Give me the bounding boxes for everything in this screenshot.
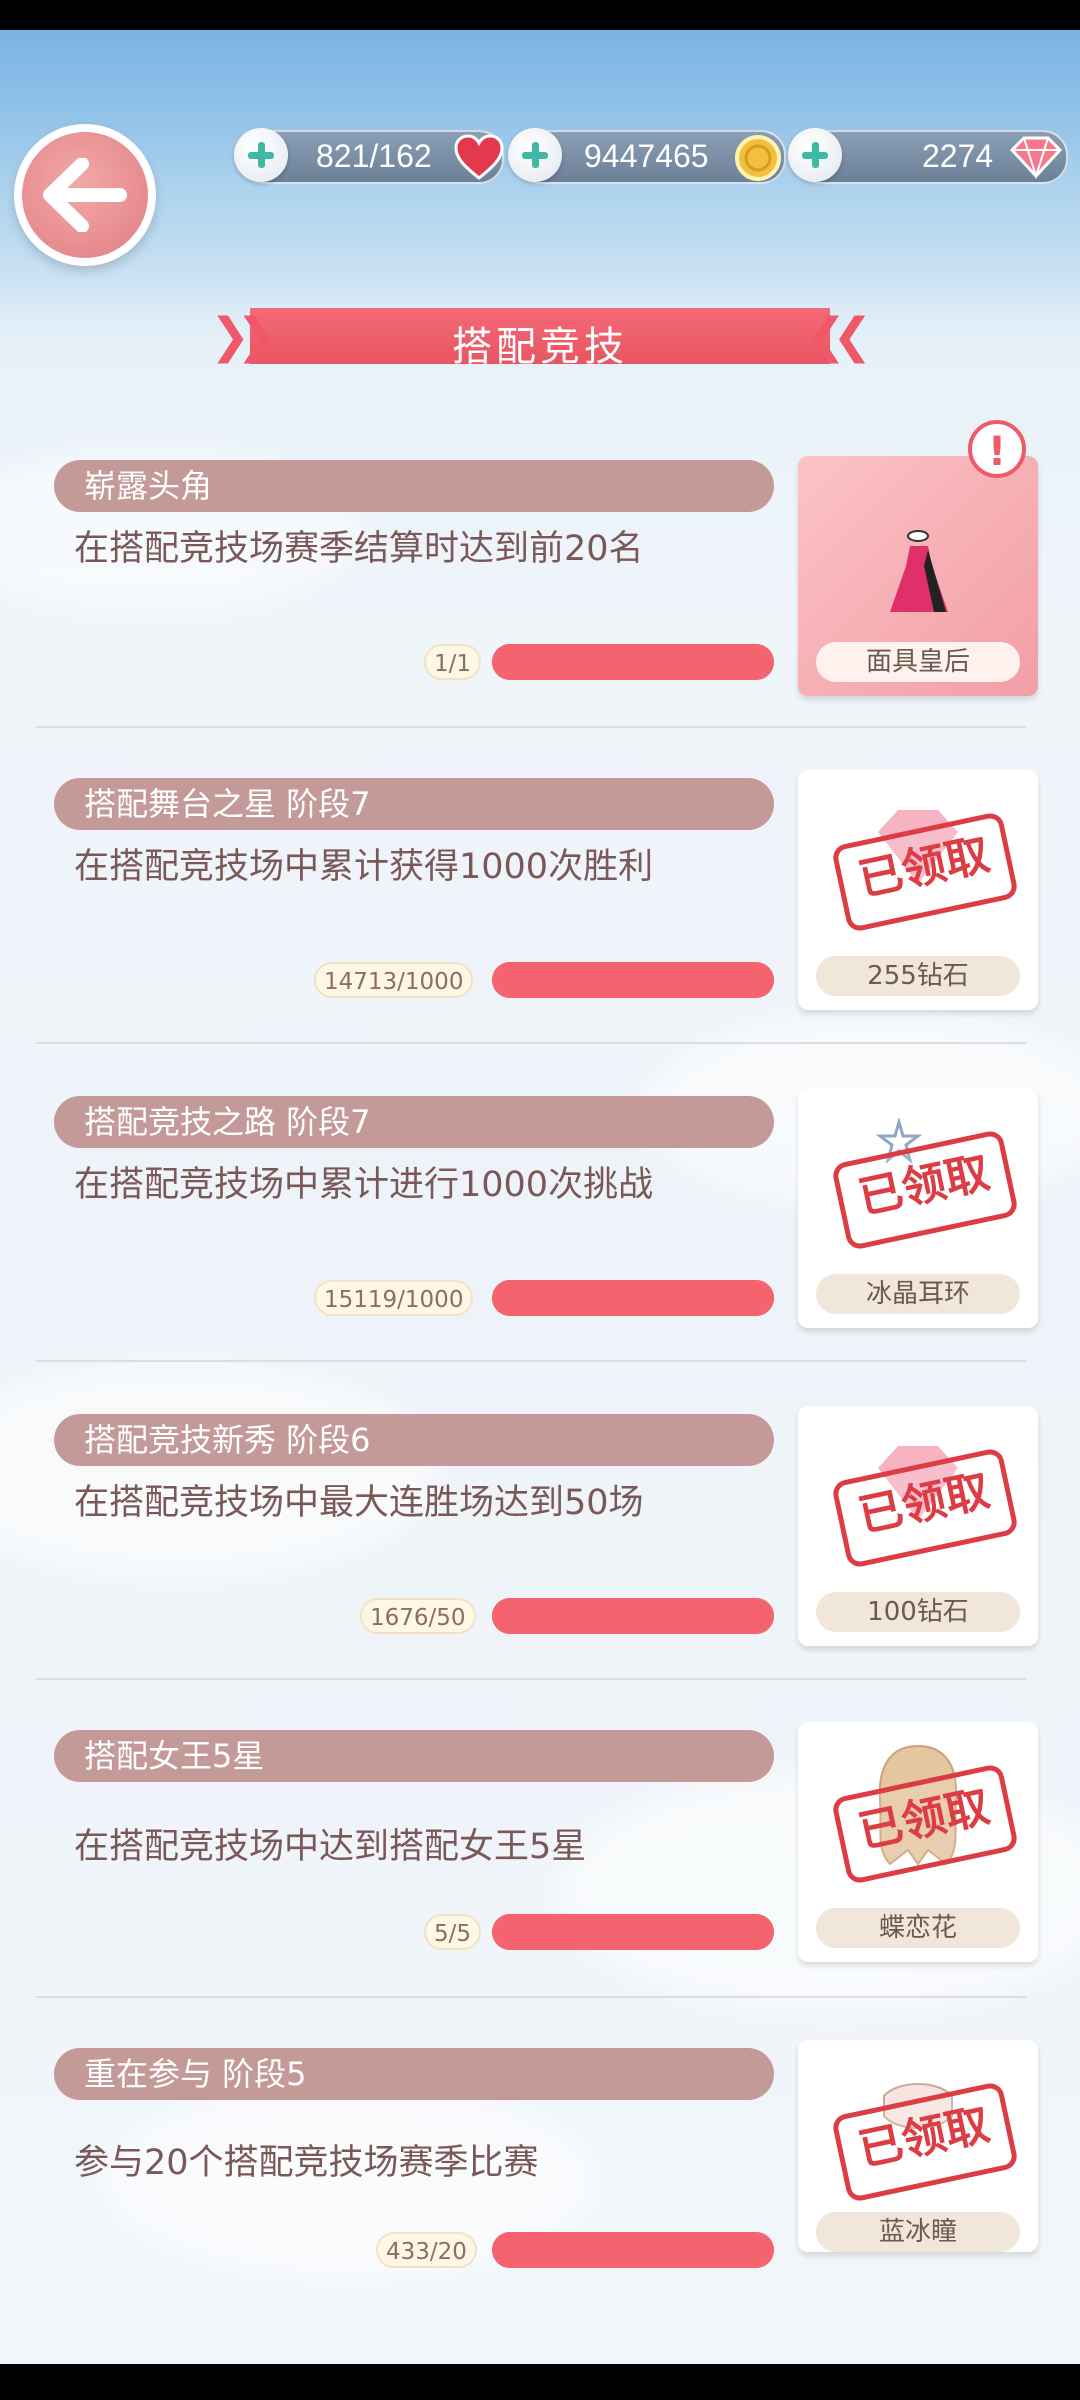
reward-card[interactable]: 已领取 蝶恋花 (798, 1722, 1038, 1962)
achievement-description: 在搭配竞技场中累计获得1000次胜利 (74, 847, 654, 887)
gold-coin-icon (735, 135, 781, 181)
reward-name: 255钻石 (816, 956, 1020, 996)
heart-icon (454, 134, 504, 180)
add-gold-button[interactable] (508, 128, 562, 182)
achievement-title: 崭露头角 (54, 460, 774, 512)
progress-count: 14713/1000 (314, 962, 474, 998)
stamina-resource: 821/162 (234, 128, 504, 184)
reward-name: 100钻石 (816, 1592, 1020, 1632)
add-diamond-button[interactable] (788, 128, 842, 182)
progress-count: 433/20 (376, 2232, 477, 2268)
achievement-row: 崭露头角 在搭配竞技场赛季结算时达到前20名 1/1 面具皇后 ! (0, 420, 1080, 720)
gold-resource: 9447465 (508, 128, 786, 184)
claimed-stamp: 已领取 (830, 810, 1020, 934)
reward-name: 面具皇后 (816, 642, 1020, 682)
reward-card[interactable]: 已领取 255钻石 (798, 770, 1038, 1010)
achievement-row: 搭配女王5星 在搭配竞技场中达到搭配女王5星 5/5 已领取 蝶恋花 (0, 1694, 1080, 1994)
divider (36, 726, 1026, 728)
achievement-row: 重在参与 阶段5 参与20个搭配竞技场赛季比赛 433/20 已领取 蓝冰瞳 (0, 2012, 1080, 2312)
achievement-description: 在搭配竞技场赛季结算时达到前20名 (74, 529, 644, 569)
page-title-ribbon: ❯❯ ❮❮ 搭配竞技 (210, 308, 873, 370)
gold-value: 9447465 (584, 138, 709, 174)
achievement-description: 参与20个搭配竞技场赛季比赛 (74, 2143, 539, 2183)
claimed-stamp: 已领取 (830, 1128, 1020, 1252)
divider (36, 1360, 1026, 1362)
achievement-title: 搭配竞技新秀 阶段6 (54, 1414, 774, 1466)
arrow-left-icon (43, 158, 127, 232)
reward-card[interactable]: 已领取 冰晶耳环 (798, 1088, 1038, 1328)
progress-count: 15119/1000 (314, 1280, 474, 1316)
progress-bar (492, 1914, 774, 1950)
progress-count: 1676/50 (360, 1598, 476, 1634)
achievement-screen: 821/162 9447465 2274 ❯❯ ❮❮ 搭配竞技 崭露头角 在搭配… (0, 30, 1080, 2364)
stamina-value: 821/162 (316, 138, 432, 174)
claimed-stamp: 已领取 (830, 2080, 1020, 2204)
claimed-stamp: 已领取 (830, 1762, 1020, 1886)
progress-count: 1/1 (424, 644, 482, 680)
progress-bar (492, 644, 774, 680)
page-title: 搭配竞技 (452, 324, 628, 370)
achievement-description: 在搭配竞技场中最大连胜场达到50场 (74, 1483, 644, 1523)
achievement-title: 重在参与 阶段5 (54, 2048, 774, 2100)
alert-icon: ! (968, 420, 1026, 478)
reward-card[interactable]: 面具皇后 (798, 456, 1038, 696)
back-button[interactable] (14, 124, 156, 266)
divider (36, 1678, 1026, 1680)
progress-count: 5/5 (424, 1914, 482, 1950)
divider (36, 1996, 1026, 1998)
diamond-value: 2274 (922, 138, 994, 174)
achievement-row: 搭配竞技之路 阶段7 在搭配竞技场中累计进行1000次挑战 15119/1000… (0, 1058, 1080, 1358)
reward-name: 蝶恋花 (816, 1908, 1020, 1948)
progress-bar (492, 962, 774, 998)
achievement-title: 搭配竞技之路 阶段7 (54, 1096, 774, 1148)
dress-item-icon (890, 530, 948, 612)
claimed-stamp: 已领取 (830, 1446, 1020, 1570)
diamond-icon (1009, 136, 1063, 180)
achievement-description: 在搭配竞技场中达到搭配女王5星 (74, 1827, 587, 1867)
reward-card[interactable]: 已领取 100钻石 (798, 1406, 1038, 1646)
achievement-row: 搭配舞台之星 阶段7 在搭配竞技场中累计获得1000次胜利 14713/1000… (0, 740, 1080, 1040)
progress-bar (492, 1598, 774, 1634)
progress-bar (492, 2232, 774, 2268)
progress-bar (492, 1280, 774, 1316)
reward-name: 冰晶耳环 (816, 1274, 1020, 1314)
reward-name: 蓝冰瞳 (816, 2212, 1020, 2252)
achievement-title: 搭配女王5星 (54, 1730, 774, 1782)
achievement-row: 搭配竞技新秀 阶段6 在搭配竞技场中最大连胜场达到50场 1676/50 已领取… (0, 1376, 1080, 1676)
reward-card[interactable]: 已领取 蓝冰瞳 (798, 2040, 1038, 2252)
diamond-resource: 2274 (788, 128, 1068, 184)
achievement-title: 搭配舞台之星 阶段7 (54, 778, 774, 830)
divider (36, 1042, 1026, 1044)
add-stamina-button[interactable] (234, 128, 288, 182)
achievement-description: 在搭配竞技场中累计进行1000次挑战 (74, 1165, 654, 1205)
